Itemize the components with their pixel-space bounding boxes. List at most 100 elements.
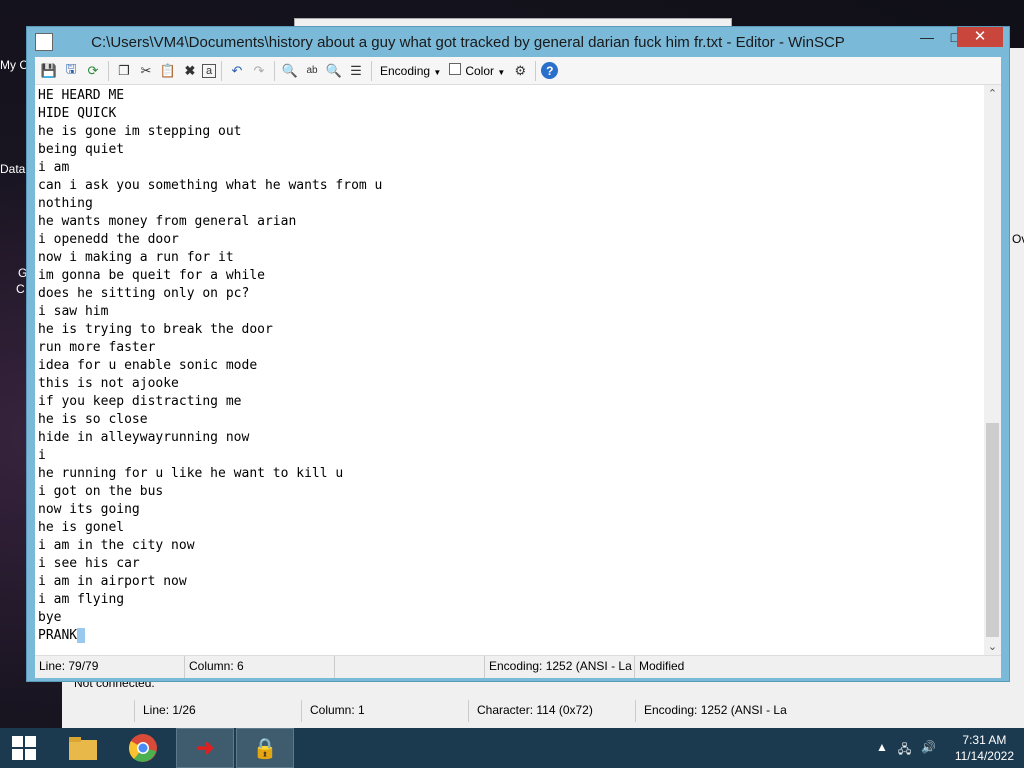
chrome-logo-icon: [128, 734, 157, 762]
minimize-button[interactable]: —: [913, 27, 941, 47]
start-button[interactable]: [0, 728, 48, 768]
text-line: he is gone im stepping out: [38, 124, 242, 139]
clock-time: 7:31 AM: [962, 733, 1007, 747]
find-icon[interactable]: 🔍: [280, 61, 300, 81]
editor-window: C:\Users\VM4\Documents\history about a g…: [26, 26, 1010, 682]
desktop-icon-data[interactable]: Data: [0, 162, 28, 176]
text-line: bye: [38, 610, 62, 625]
volume-icon[interactable]: 🔊: [921, 740, 936, 761]
replace-icon[interactable]: ab: [302, 61, 322, 81]
text-line-last: PRANK: [38, 627, 382, 645]
text-line: if you keep distracting me: [38, 394, 242, 409]
status-encoding: Encoding: 1252 (ANSI - La: [485, 656, 635, 678]
text-line: i am in the city now: [38, 538, 195, 553]
text-editor-area[interactable]: HE HEARD ME HIDE QUICK he is gone im stepp…: [35, 85, 1001, 655]
toolbar-separator: [108, 60, 109, 81]
system-tray: ▲ 🖧 🔊: [876, 740, 936, 761]
desktop-icon-label: Data: [0, 162, 26, 176]
delete-icon[interactable]: ✖: [180, 61, 200, 81]
desktop-icon-mycomputer[interactable]: My C: [0, 58, 28, 72]
text-line: he is so close: [38, 412, 148, 427]
text-line: idea for u enable sonic mode: [38, 358, 258, 373]
window-title: C:\Users\VM4\Documents\history about a g…: [91, 34, 845, 51]
dropdown-arrow-icon: ▼: [497, 68, 506, 77]
editor-status-bar: Line: 79/79 Column: 6 Encoding: 1252 (AN…: [35, 655, 1001, 678]
status-modified: Modified: [639, 659, 685, 673]
toolbar-separator: [274, 60, 275, 81]
red-arrow-icon: ➜: [195, 735, 215, 760]
find-next-icon[interactable]: 🔍: [324, 61, 344, 81]
encoding-label: Encoding: [380, 63, 431, 78]
text-line: he is gonel: [38, 520, 125, 535]
clock[interactable]: 7:31 AM 11/14/2022: [955, 732, 1014, 764]
desktop-icon-label: C: [16, 282, 25, 296]
status-blank: [335, 656, 485, 678]
file-explorer-icon[interactable]: [54, 728, 112, 768]
text-line: i see his car: [38, 556, 140, 571]
taskbar-winscp[interactable]: 🔒: [236, 728, 294, 768]
scroll-down-icon[interactable]: ⌄: [984, 640, 1001, 653]
bg-status-column: Column: 1: [301, 700, 468, 722]
copy-icon[interactable]: ❐: [114, 61, 134, 81]
text-line: he running for u like he want to kill u: [38, 466, 344, 481]
windows-logo-icon: [12, 736, 36, 760]
text-line: can i ask you something what he wants fr…: [38, 178, 383, 193]
text-line: he is trying to break the door: [38, 322, 273, 337]
text-line: being quiet: [38, 142, 125, 157]
save-icon[interactable]: 💾: [39, 61, 59, 81]
save-all-icon[interactable]: 🖫: [61, 61, 81, 81]
winscp-lock-icon: 🔒: [252, 737, 278, 760]
title-bar[interactable]: C:\Users\VM4\Documents\history about a g…: [27, 27, 1009, 57]
text-line: i: [38, 448, 46, 463]
status-column: Column: 6: [185, 656, 335, 678]
encoding-dropdown[interactable]: Encoding ▼: [377, 64, 444, 78]
desktop-icon-label: My C: [0, 58, 28, 72]
text-line: HE HEARD ME: [38, 88, 125, 103]
clock-date: 11/14/2022: [954, 749, 1014, 763]
toolbar-separator: [371, 60, 372, 81]
last-line-text: PRANK: [38, 628, 78, 643]
color-dropdown[interactable]: Color ▼: [446, 63, 508, 78]
text-content: HE HEARD ME HIDE QUICK he is gone im stepp…: [38, 87, 382, 645]
text-line: i am: [38, 160, 70, 175]
close-button[interactable]: ✕: [957, 27, 1003, 47]
text-line: i am flying: [38, 592, 125, 607]
color-checkbox[interactable]: [449, 63, 462, 75]
background-window-right: Ov: [1008, 48, 1024, 718]
editor-toolbar: 💾 🖫 ⟳ ❐ ✂ 📋 ✖ a ↶ ↷ 🔍 ab 🔍 ☰ Encoding ▼ …: [35, 57, 1001, 85]
chrome-icon[interactable]: [114, 728, 172, 768]
bg-status-encoding: Encoding: 1252 (ANSI - La: [635, 700, 792, 722]
background-status-bar: Line: 1/26 Column: 1 Character: 114 (0x7…: [134, 700, 1024, 722]
taskbar-app-1[interactable]: ➜: [176, 728, 234, 768]
text-line: now i making a run for it: [38, 250, 234, 265]
help-icon[interactable]: ?: [541, 62, 559, 79]
undo-icon[interactable]: ↶: [227, 61, 247, 81]
goto-line-icon[interactable]: ☰: [346, 61, 366, 81]
scrollbar-thumb[interactable]: [986, 423, 999, 637]
show-hidden-icons-icon[interactable]: ▲: [876, 740, 888, 761]
toolbar-separator: [221, 60, 222, 81]
text-line: HIDE QUICK: [38, 106, 117, 121]
color-label: Color: [465, 64, 494, 78]
select-all-icon[interactable]: a: [202, 63, 216, 78]
cut-icon[interactable]: ✂: [136, 61, 156, 81]
scroll-up-icon[interactable]: ⌃: [984, 87, 1001, 100]
reload-icon[interactable]: ⟳: [83, 61, 103, 81]
dropdown-arrow-icon: ▼: [433, 67, 442, 77]
text-line: this is not ajooke: [38, 376, 179, 391]
status-line: Line: 79/79: [35, 656, 185, 678]
network-icon[interactable]: 🖧: [898, 740, 911, 761]
redo-icon[interactable]: ↷: [249, 61, 269, 81]
text-line: he wants money from general arian: [38, 214, 297, 229]
text-line: i openedd the door: [38, 232, 179, 247]
text-line: i am in airport now: [38, 574, 187, 589]
background-label: Ov: [1012, 232, 1024, 246]
paste-icon[interactable]: 📋: [158, 61, 178, 81]
vertical-scrollbar[interactable]: ⌃ ⌄: [984, 85, 1001, 655]
text-line: run more faster: [38, 340, 156, 355]
settings-gear-icon[interactable]: ⚙: [510, 61, 530, 81]
text-line: im gonna be queit for a while: [38, 268, 265, 283]
toolbar-separator: [535, 60, 537, 81]
text-line: nothing: [38, 196, 93, 211]
text-line: i saw him: [38, 304, 109, 319]
